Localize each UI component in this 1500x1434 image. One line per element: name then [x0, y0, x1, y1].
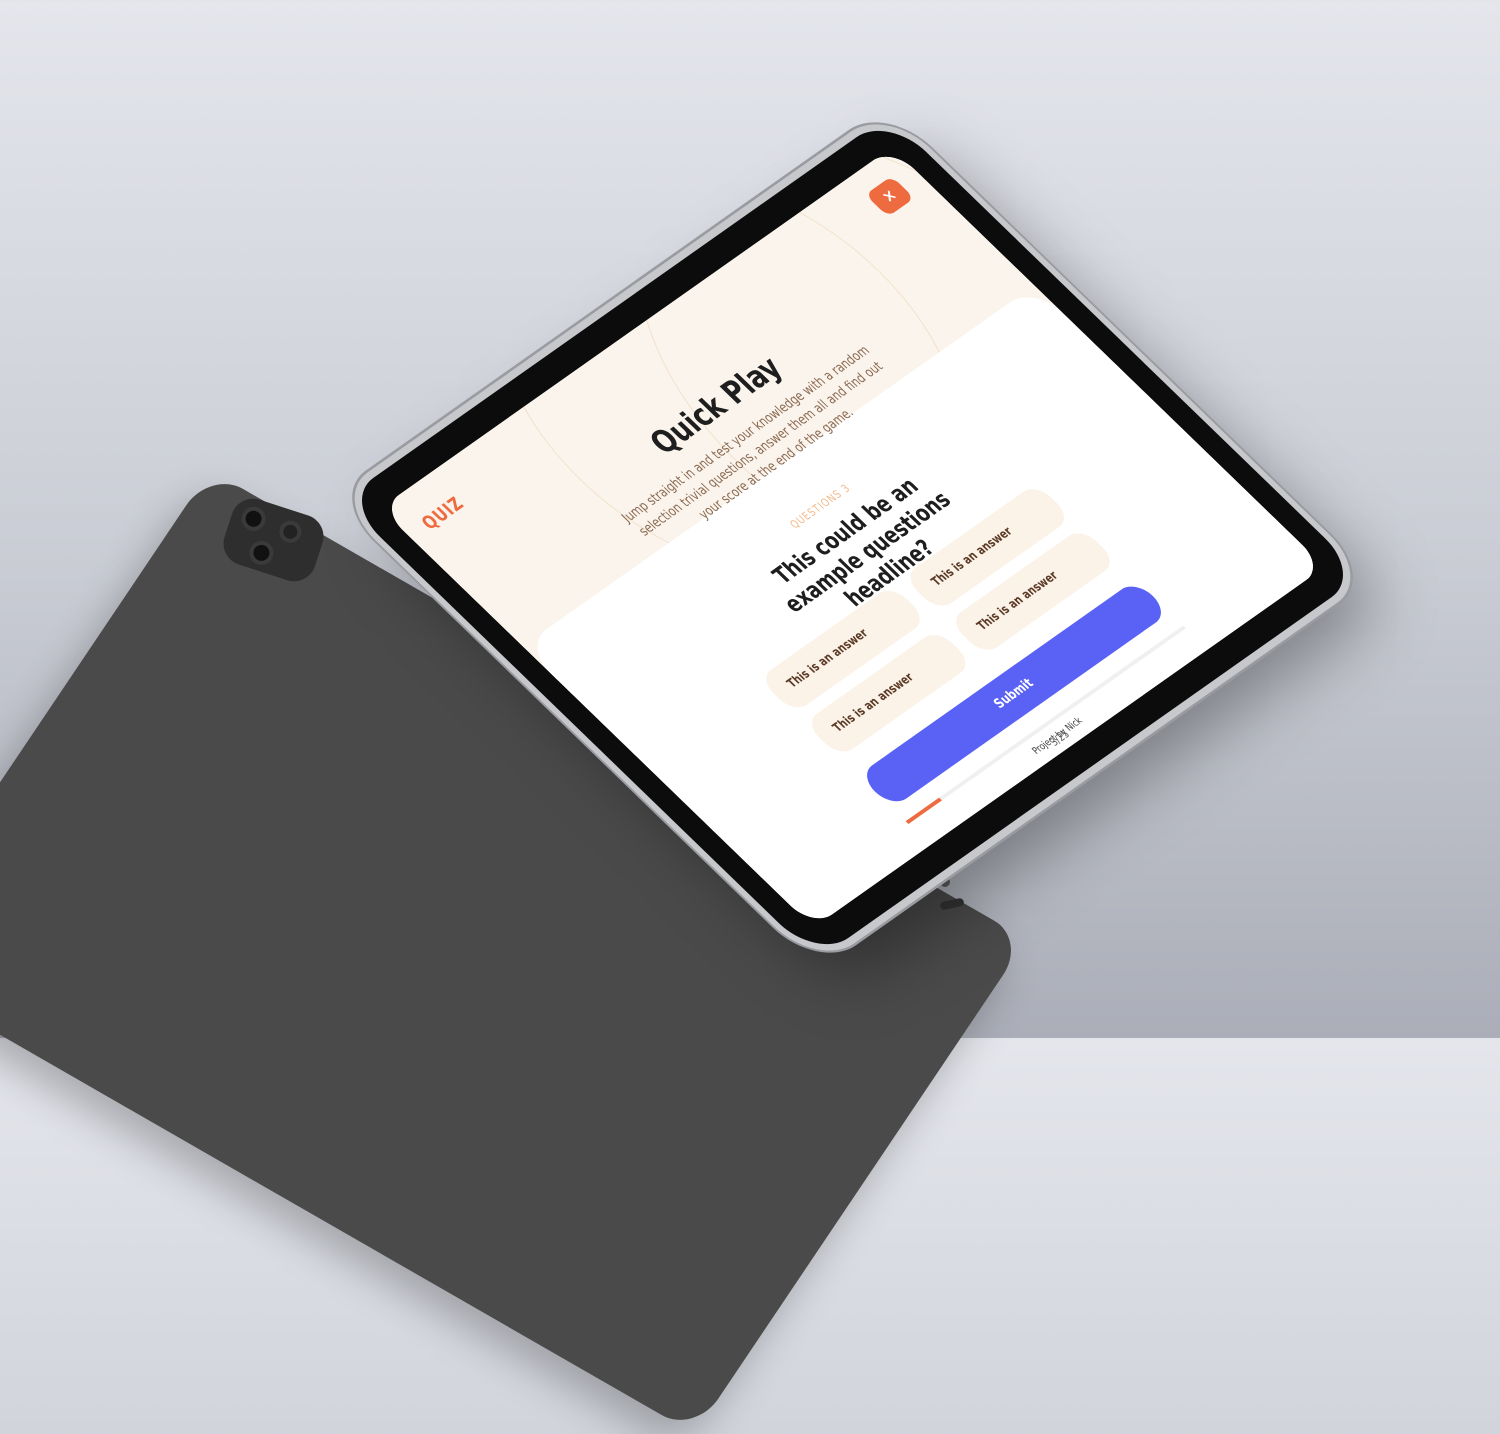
tablet-front: QUIZ × Quick Play Jump straight in and t… — [0, 0, 1500, 1038]
device-mockup-scene: QUIZ × Quick Play Jump straight in and t… — [0, 0, 1500, 1434]
quiz-screen: QUIZ × Quick Play Jump straight in and t… — [380, 147, 1325, 928]
tablet-device: QUIZ × Quick Play Jump straight in and t… — [342, 115, 1363, 960]
